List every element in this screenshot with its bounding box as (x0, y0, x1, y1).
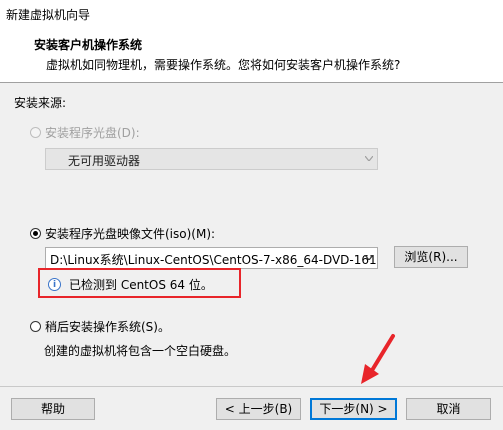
iso-path-combobox[interactable]: D:\Linux系统\Linux-CentOS\CentOS-7-x86_64-… (45, 247, 378, 269)
detection-message: i 已检测到 CentOS 64 位。 (48, 276, 213, 293)
disc-drive-value: 无可用驱动器 (68, 154, 141, 168)
install-later-label: 稍后安装操作系统(S)。 (45, 320, 170, 334)
disc-option-label: 安装程序光盘(D): (45, 126, 140, 140)
wizard-header: 安装客户机操作系统 虚拟机如同物理机，需要操作系统。您将如何安装客户机操作系统? (0, 28, 503, 83)
back-button[interactable]: < 上一步(B) (216, 398, 301, 420)
info-icon: i (48, 278, 61, 291)
iso-path-value: D:\Linux系统\Linux-CentOS\CentOS-7-x86_64-… (50, 253, 378, 267)
help-button[interactable]: 帮助 (11, 398, 95, 420)
iso-option-label: 安装程序光盘映像文件(iso)(M): (45, 227, 216, 241)
disc-option[interactable]: 安装程序光盘(D): (30, 124, 140, 141)
window-titlebar: 新建虚拟机向导 (0, 0, 503, 29)
page-heading: 安装客户机操作系统 (34, 38, 143, 52)
install-later-radio[interactable] (30, 321, 41, 332)
disc-radio[interactable] (30, 127, 41, 138)
chevron-down-icon[interactable] (365, 255, 373, 260)
detection-message-text: 已检测到 CentOS 64 位。 (69, 278, 213, 292)
footer-divider (0, 386, 503, 387)
iso-radio[interactable] (30, 228, 41, 239)
cancel-button[interactable]: 取消 (406, 398, 491, 420)
next-button[interactable]: 下一步(N) > (310, 398, 397, 420)
disc-drive-dropdown: 无可用驱动器 (45, 148, 378, 170)
window-title: 新建虚拟机向导 (6, 8, 91, 22)
chevron-down-icon (365, 156, 373, 161)
browse-button[interactable]: 浏览(R)... (394, 246, 468, 268)
install-later-description: 创建的虚拟机将包含一个空白硬盘。 (44, 344, 237, 358)
page-description: 虚拟机如同物理机，需要操作系统。您将如何安装客户机操作系统? (46, 58, 401, 72)
annotation-arrow-icon (361, 334, 395, 384)
iso-option[interactable]: 安装程序光盘映像文件(iso)(M): (30, 225, 215, 242)
install-later-option[interactable]: 稍后安装操作系统(S)。 (30, 318, 170, 335)
install-source-label: 安装来源: (14, 96, 67, 110)
